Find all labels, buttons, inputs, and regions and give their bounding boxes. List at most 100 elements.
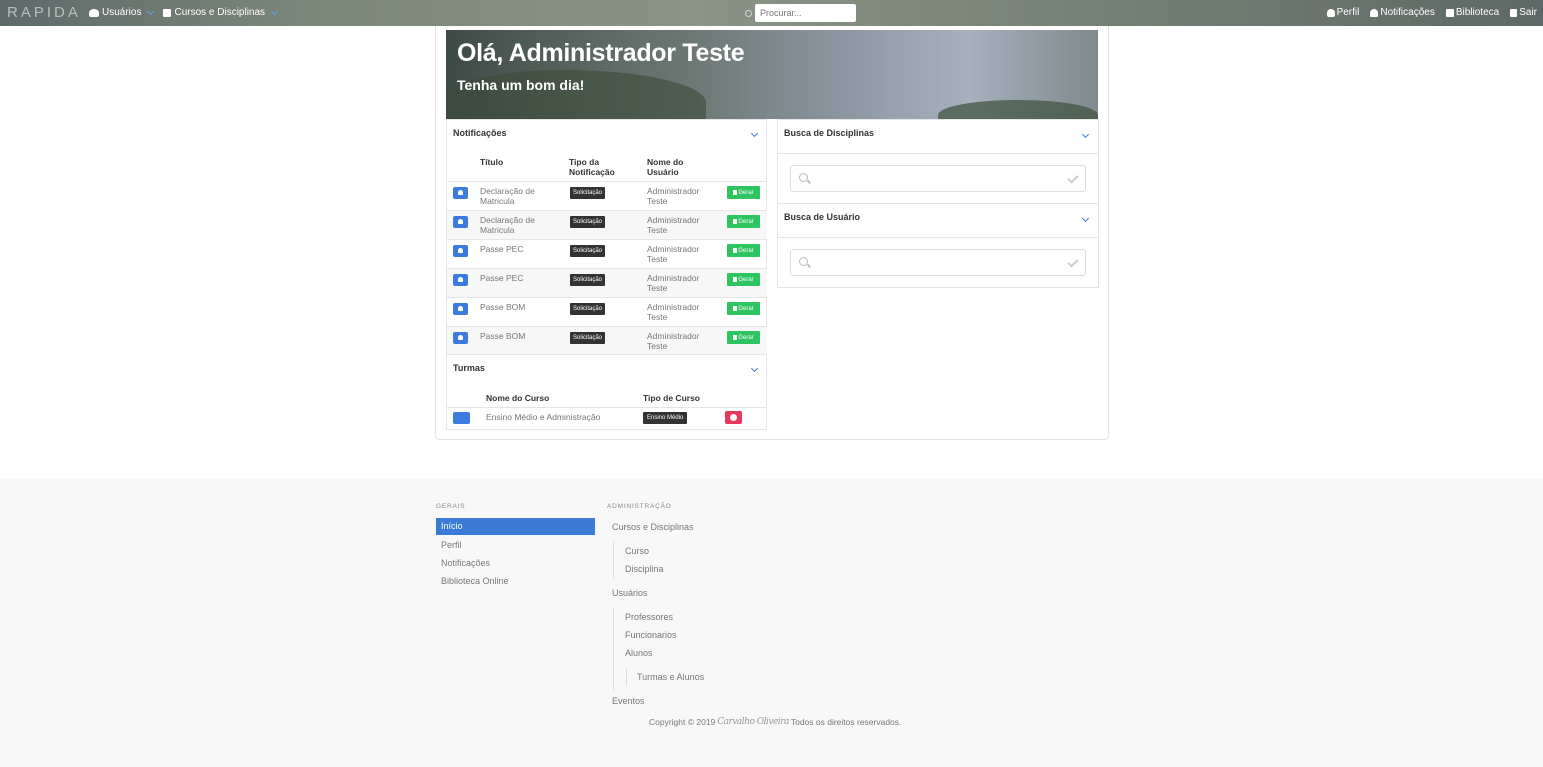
footer-link-staff[interactable]: Funcionarios: [625, 630, 677, 640]
footer-link-events[interactable]: Eventos: [612, 696, 645, 706]
notification-user: Administrador Teste: [647, 273, 700, 293]
bell-icon[interactable]: [453, 274, 468, 286]
notification-title: Passe BOM: [480, 302, 526, 312]
nav-users-dropdown[interactable]: Usuários: [89, 7, 155, 18]
user-search-input[interactable]: [790, 249, 1086, 276]
chevron-down-icon[interactable]: [1081, 214, 1090, 223]
generate-button-label: Gerar: [738, 247, 754, 254]
notification-title: Passe BOM: [480, 331, 526, 341]
file-icon: [733, 248, 738, 253]
chevron-down-icon: [271, 7, 279, 15]
remove-class-button[interactable]: [725, 411, 742, 424]
footer-link-course[interactable]: Curso: [625, 546, 649, 556]
divider: [778, 203, 1098, 204]
navbar-search: [745, 4, 856, 22]
generate-button[interactable]: Gerar: [727, 273, 760, 286]
bell-icon: [1370, 8, 1379, 17]
nav-library-link[interactable]: Biblioteca: [1445, 7, 1499, 18]
author-signature[interactable]: Carvalho Oliveira: [717, 717, 789, 727]
brand-logo[interactable]: RAPIDA: [7, 4, 81, 21]
discipline-search-panel: Busca de Disciplinas Busca de Usuário: [777, 119, 1099, 288]
generate-button-label: Gerar: [738, 276, 754, 283]
search-icon: [745, 9, 752, 17]
nav-notifications-link[interactable]: Notificações: [1370, 7, 1435, 18]
table-row: Declaração de Matricula Solicitação Admi…: [447, 210, 767, 239]
notification-title: Declaração de Matricula: [480, 215, 535, 235]
user-icon: [1326, 8, 1335, 17]
copyright: Copyright © 2019 Carvalho Oliveira Todos…: [649, 717, 901, 727]
tree-line: [613, 608, 614, 690]
nav-courses-label: Cursos e Disciplinas: [174, 7, 266, 18]
notification-type-badge: Solicitação: [570, 245, 606, 257]
nav-logout-link[interactable]: Sair: [1510, 7, 1537, 18]
copyright-suffix: Todos os direitos reservados.: [790, 717, 902, 727]
notification-user: Administrador Teste: [647, 215, 700, 235]
chevron-down-icon[interactable]: [750, 129, 759, 138]
nav-profile-link[interactable]: Perfil: [1326, 7, 1360, 18]
class-course-name: Ensino Médio e Administração: [486, 412, 601, 422]
generate-button[interactable]: Gerar: [727, 215, 760, 228]
check-icon[interactable]: [1067, 256, 1079, 268]
check-icon[interactable]: [1067, 172, 1079, 184]
footer-link-home[interactable]: Início: [436, 518, 595, 535]
generate-button[interactable]: Gerar: [727, 186, 760, 199]
table-row: Passe PEC Solicitação Administrador Test…: [447, 268, 767, 297]
tree-line: [613, 542, 614, 578]
footer-link-users[interactable]: Usuários: [612, 588, 648, 598]
table-row: Passe BOM Solicitação Administrador Test…: [447, 297, 767, 326]
notifications-panel-title[interactable]: Notificações: [453, 128, 507, 138]
chevron-down-icon[interactable]: [750, 364, 759, 373]
notification-type-badge: Solicitação: [570, 274, 606, 286]
footer-link-students[interactable]: Alunos: [625, 648, 653, 658]
notification-type-badge: Solicitação: [570, 216, 606, 228]
nav-courses-dropdown[interactable]: Cursos e Disciplinas: [163, 7, 279, 18]
classes-header-course: Nome do Curso: [486, 393, 550, 403]
bell-icon[interactable]: [453, 332, 468, 344]
chevron-down-icon[interactable]: [1081, 130, 1090, 139]
minus-circle-icon: [730, 414, 737, 421]
bell-icon[interactable]: [453, 245, 468, 257]
search-icon: [799, 173, 808, 182]
users-icon[interactable]: [453, 412, 470, 424]
navbar-search-input[interactable]: [755, 4, 856, 22]
generate-button[interactable]: Gerar: [727, 331, 760, 344]
generate-button-label: Gerar: [738, 334, 754, 341]
footer-link-notifications[interactable]: Notificações: [441, 558, 490, 568]
generate-button[interactable]: Gerar: [727, 302, 760, 315]
notifications-header-user: Nome do Usuário: [647, 157, 684, 177]
discipline-search-input[interactable]: [790, 165, 1086, 192]
footer-link-courses[interactable]: Cursos e Disciplinas: [612, 522, 694, 532]
bell-icon[interactable]: [453, 216, 468, 228]
banner-background-trees: [938, 100, 1098, 119]
file-icon: [733, 277, 738, 282]
footer-link-teachers[interactable]: Professores: [625, 612, 673, 622]
divider: [778, 153, 1098, 154]
notification-user: Administrador Teste: [647, 244, 700, 264]
generate-button[interactable]: Gerar: [727, 244, 760, 257]
bell-icon[interactable]: [453, 187, 468, 199]
nav-profile-label: Perfil: [1336, 7, 1360, 18]
notification-title: Passe PEC: [480, 244, 524, 254]
table-row: Passe BOM Solicitação Administrador Test…: [447, 326, 767, 355]
notification-user: Administrador Teste: [647, 331, 700, 351]
generate-button-label: Gerar: [738, 189, 754, 196]
class-type-badge: Ensino Médio: [643, 412, 688, 424]
welcome-banner: Olá, Administrador Teste Tenha um bom di…: [446, 30, 1098, 119]
notification-type-badge: Solicitação: [570, 187, 606, 199]
notification-user: Administrador Teste: [647, 186, 700, 206]
notification-type-badge: Solicitação: [570, 332, 606, 344]
search-icon: [799, 257, 808, 266]
divider: [778, 237, 1098, 238]
footer-link-profile[interactable]: Perfil: [441, 540, 462, 550]
user-search-title[interactable]: Busca de Usuário: [784, 212, 860, 222]
discipline-search-title[interactable]: Busca de Disciplinas: [784, 128, 874, 138]
bell-icon[interactable]: [453, 303, 468, 315]
notifications-header-type: Tipo da Notificação: [569, 157, 615, 177]
footer-link-discipline[interactable]: Disciplina: [625, 564, 664, 574]
classes-panel-title[interactable]: Turmas: [453, 363, 485, 373]
footer-link-library[interactable]: Biblioteca Online: [441, 576, 509, 586]
generate-button-label: Gerar: [738, 305, 754, 312]
footer-link-classes-students[interactable]: Turmas e Alunos: [637, 672, 704, 682]
table-row: Passe PEC Solicitação Administrador Test…: [447, 239, 767, 268]
file-icon: [733, 306, 738, 311]
